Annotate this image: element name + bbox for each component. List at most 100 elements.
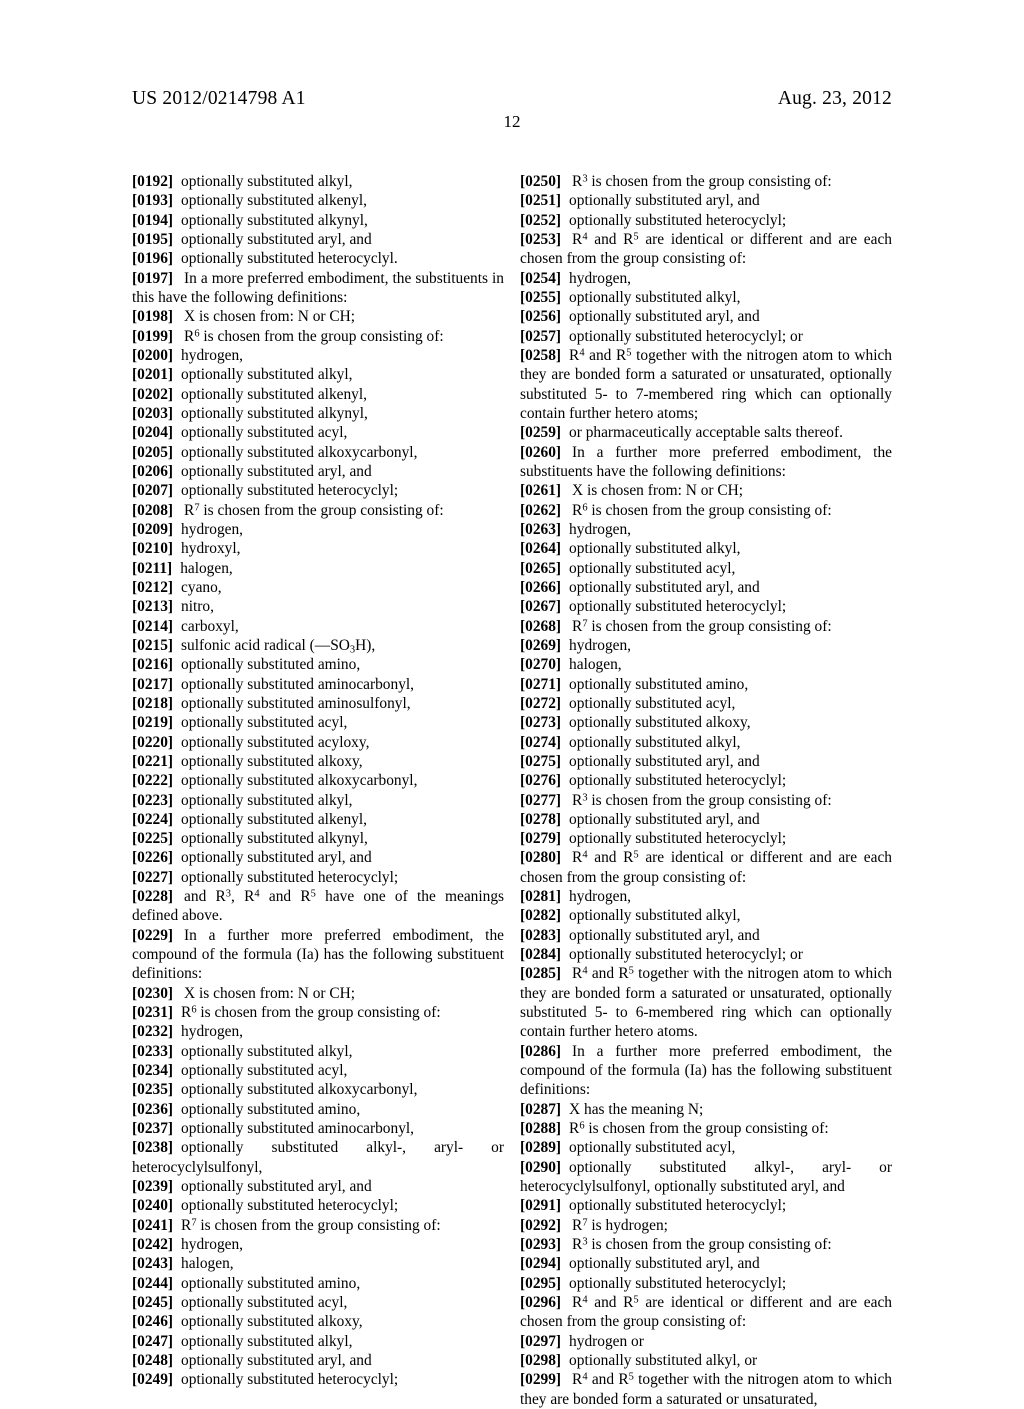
paragraph-0213: [0213] nitro,	[132, 597, 504, 616]
paragraph-number: [0215]	[132, 636, 174, 654]
paragraph-text: optionally substituted aryl, and	[569, 810, 760, 828]
paragraph-text: R7 is chosen from the group consisting o…	[572, 617, 832, 635]
paragraph-0299: [0299] R4 and R5 together with the nitrog…	[520, 1370, 892, 1409]
paragraph-number: [0217]	[132, 675, 174, 693]
paragraph-text: In a further more preferred embodiment, …	[520, 443, 892, 480]
patent-page: US 2012/0214798 A1 Aug. 23, 2012 12 [019…	[0, 0, 1024, 1408]
paragraph-number: [0226]	[132, 849, 174, 867]
paragraph-number: [0235]	[132, 1081, 174, 1099]
paragraph-number: [0214]	[132, 617, 174, 635]
paragraph-0253: [0253] R4 and R5 are identical or differe…	[520, 230, 892, 269]
paragraph-text: R4 and R5 together with the nitrogen ato…	[520, 965, 893, 1041]
paragraph-text: halogen,	[181, 1255, 234, 1273]
paragraph-number: [0236]	[132, 1100, 174, 1118]
paragraph-text: hydrogen,	[569, 269, 632, 287]
paragraph-0295: [0295] optionally substituted heterocycly…	[520, 1274, 892, 1293]
paragraph-0221: [0221] optionally substituted alkoxy,	[132, 752, 504, 771]
paragraph-0224: [0224] optionally substituted alkenyl,	[132, 810, 504, 829]
paragraph-number: [0286]	[520, 1042, 562, 1060]
paragraph-0256: [0256] optionally substituted aryl, and	[520, 307, 892, 326]
paragraph-number: [0250]	[520, 173, 562, 190]
paragraph-number: [0259]	[520, 424, 562, 442]
paragraph-text: optionally substituted acyl,	[569, 559, 736, 577]
paragraph-0209: [0209] hydrogen,	[132, 520, 504, 539]
paragraph-0234: [0234] optionally substituted acyl,	[132, 1061, 504, 1080]
paragraph-0248: [0248] optionally substituted aryl, and	[132, 1351, 504, 1370]
paragraph-0238: [0238] optionally substituted alkyl-, ary…	[132, 1138, 504, 1177]
paragraph-number: [0262]	[520, 501, 562, 519]
paragraph-0210: [0210] hydroxyl,	[132, 539, 504, 558]
paragraph-0240: [0240] optionally substituted heterocycly…	[132, 1196, 504, 1215]
paragraph-0239: [0239] optionally substituted aryl, and	[132, 1177, 504, 1196]
paragraph-text: optionally substituted aryl, and	[181, 849, 372, 867]
paragraph-number: [0246]	[132, 1313, 174, 1331]
paragraph-text: optionally substituted aminosulfonyl,	[181, 694, 411, 712]
paragraph-number: [0287]	[520, 1100, 562, 1118]
paragraph-0258: [0258] R4 and R5 together with the nitrog…	[520, 346, 892, 423]
paragraph-number: [0277]	[520, 791, 562, 809]
paragraph-number: [0297]	[520, 1332, 562, 1350]
paragraph-0215: [0215] sulfonic acid radical (—SO3H),	[132, 636, 504, 655]
paragraph-number: [0251]	[520, 192, 562, 210]
paragraph-text: optionally substituted alkoxy,	[569, 714, 751, 732]
paragraph-text: optionally substituted alkyl,	[181, 791, 353, 809]
paragraph-0200: [0200] hydrogen,	[132, 346, 504, 365]
paragraph-text: optionally substituted alkyl-, aryl- or …	[520, 1158, 892, 1196]
paragraph-number: [0267]	[520, 598, 562, 616]
paragraph-text: optionally substituted alkoxy,	[181, 1313, 363, 1331]
paragraph-number: [0257]	[520, 327, 562, 345]
paragraph-text: optionally substituted alkenyl,	[181, 192, 367, 210]
paragraph-number: [0273]	[520, 714, 562, 732]
paragraph-number: [0199]	[132, 327, 174, 345]
paragraph-text: R7 is chosen from the group consisting o…	[181, 1216, 441, 1234]
paragraph-number: [0276]	[520, 772, 562, 790]
paragraph-text: R6 is chosen from the group consisting o…	[181, 1004, 441, 1022]
paragraph-number: [0252]	[520, 211, 562, 229]
publication-date: Aug. 23, 2012	[777, 88, 892, 109]
paragraph-number: [0201]	[132, 366, 174, 384]
paragraph-number: [0198]	[132, 308, 174, 326]
paragraph-text: optionally substituted aryl, and	[569, 578, 760, 596]
paragraph-0277: [0277] R3 is chosen from the group consis…	[520, 791, 892, 810]
paragraph-0294: [0294] optionally substituted aryl, and	[520, 1254, 892, 1273]
paragraph-number: [0229]	[132, 926, 174, 944]
paragraph-0276: [0276] optionally substituted heterocycly…	[520, 771, 892, 790]
paragraph-0232: [0232] hydrogen,	[132, 1022, 504, 1041]
paragraph-text: sulfonic acid radical (—SO3H),	[181, 636, 376, 656]
paragraph-0290: [0290] optionally substituted alkyl-, ary…	[520, 1158, 892, 1197]
paragraph-number: [0263]	[520, 520, 562, 538]
paragraph-0273: [0273] optionally substituted alkoxy,	[520, 713, 892, 732]
paragraph-number: [0197]	[132, 269, 174, 287]
paragraph-0268: [0268] R7 is chosen from the group consis…	[520, 617, 892, 636]
paragraph-number: [0213]	[132, 598, 174, 616]
paragraph-text: optionally substituted aryl, and	[569, 752, 760, 770]
paragraph-number: [0249]	[132, 1371, 174, 1389]
paragraph-text: hydrogen,	[569, 520, 632, 538]
paragraph-0214: [0214] carboxyl,	[132, 617, 504, 636]
paragraph-0259: [0259] or pharmaceutically acceptable sal…	[520, 423, 892, 442]
paragraph-number: [0224]	[132, 810, 174, 828]
paragraph-text: optionally substituted aryl, and	[569, 1255, 760, 1273]
paragraph-text: optionally substituted alkyl,	[569, 907, 741, 925]
paragraph-text: optionally substituted alkoxycarbonyl,	[181, 443, 418, 461]
paragraph-text: hydrogen,	[181, 346, 244, 364]
paragraph-number: [0195]	[132, 230, 174, 248]
paragraph-0266: [0266] optionally substituted aryl, and	[520, 578, 892, 597]
paragraph-number: [0292]	[520, 1216, 562, 1234]
paragraph-0199: [0199] R6 is chosen from the group consis…	[132, 327, 504, 346]
paragraph-text: optionally substituted heterocyclyl;	[569, 211, 787, 229]
paragraph-0201: [0201] optionally substituted alkyl,	[132, 365, 504, 384]
paragraph-number: [0280]	[520, 849, 562, 867]
paragraph-number: [0244]	[132, 1274, 174, 1292]
paragraph-number: [0209]	[132, 520, 174, 538]
paragraph-text: optionally substituted heterocyclyl;	[569, 1197, 787, 1215]
paragraph-text: X is chosen from: N or CH;	[572, 482, 744, 500]
paragraph-0291: [0291] optionally substituted heterocycly…	[520, 1196, 892, 1215]
paragraph-number: [0196]	[132, 250, 174, 268]
paragraph-number: [0288]	[520, 1120, 562, 1138]
paragraph-0289: [0289] optionally substituted acyl,	[520, 1138, 892, 1157]
paragraph-text: optionally substituted acyl,	[569, 1139, 736, 1157]
paragraph-text: optionally substituted amino,	[569, 675, 749, 693]
paragraph-number: [0211]	[132, 559, 173, 577]
paragraph-text: optionally substituted heterocyclyl;	[569, 598, 787, 616]
